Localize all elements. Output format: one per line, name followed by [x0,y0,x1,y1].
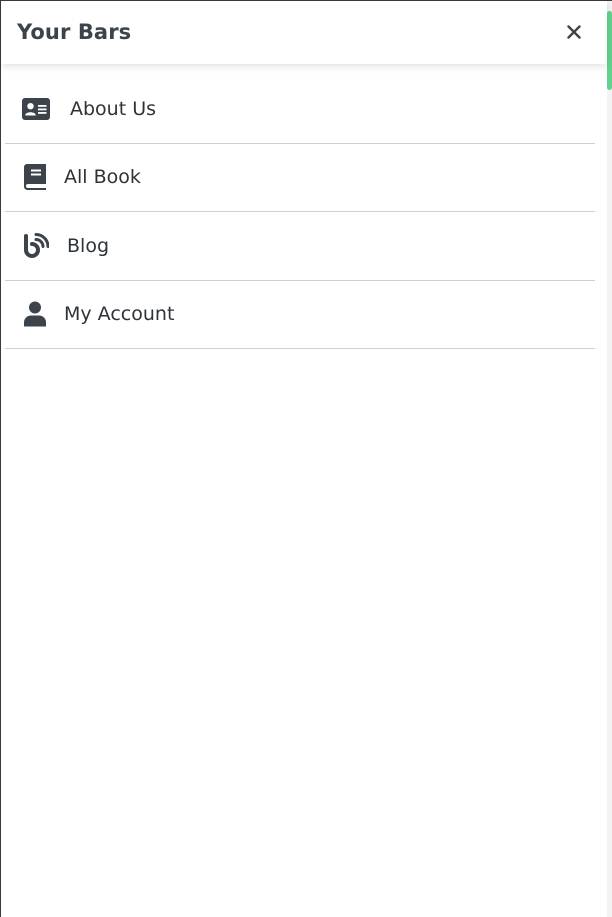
blog-icon [23,232,49,259]
book-icon [24,164,46,191]
user-icon [24,301,46,327]
menu-item-label: About Us [70,97,157,120]
scrollbar-track[interactable] [607,1,612,917]
drawer-menu: About Us All Book Blog My Account [5,75,595,349]
menu-item-all-book[interactable]: All Book [5,144,595,212]
menu-item-about-us[interactable]: About Us [5,75,595,144]
menu-item-label: All Book [64,166,141,189]
side-drawer: Your Bars About Us All Book Blog My Acco… [0,0,612,917]
close-button[interactable] [561,19,587,45]
menu-item-my-account[interactable]: My Account [5,281,595,349]
menu-item-label: Blog [67,234,109,257]
menu-item-blog[interactable]: Blog [5,212,595,281]
id-card-icon [22,97,50,120]
menu-item-label: My Account [64,303,175,326]
drawer-title: Your Bars [17,20,132,44]
close-icon [567,25,581,39]
drawer-header: Your Bars [1,1,607,64]
scrollbar-thumb[interactable] [607,11,612,90]
